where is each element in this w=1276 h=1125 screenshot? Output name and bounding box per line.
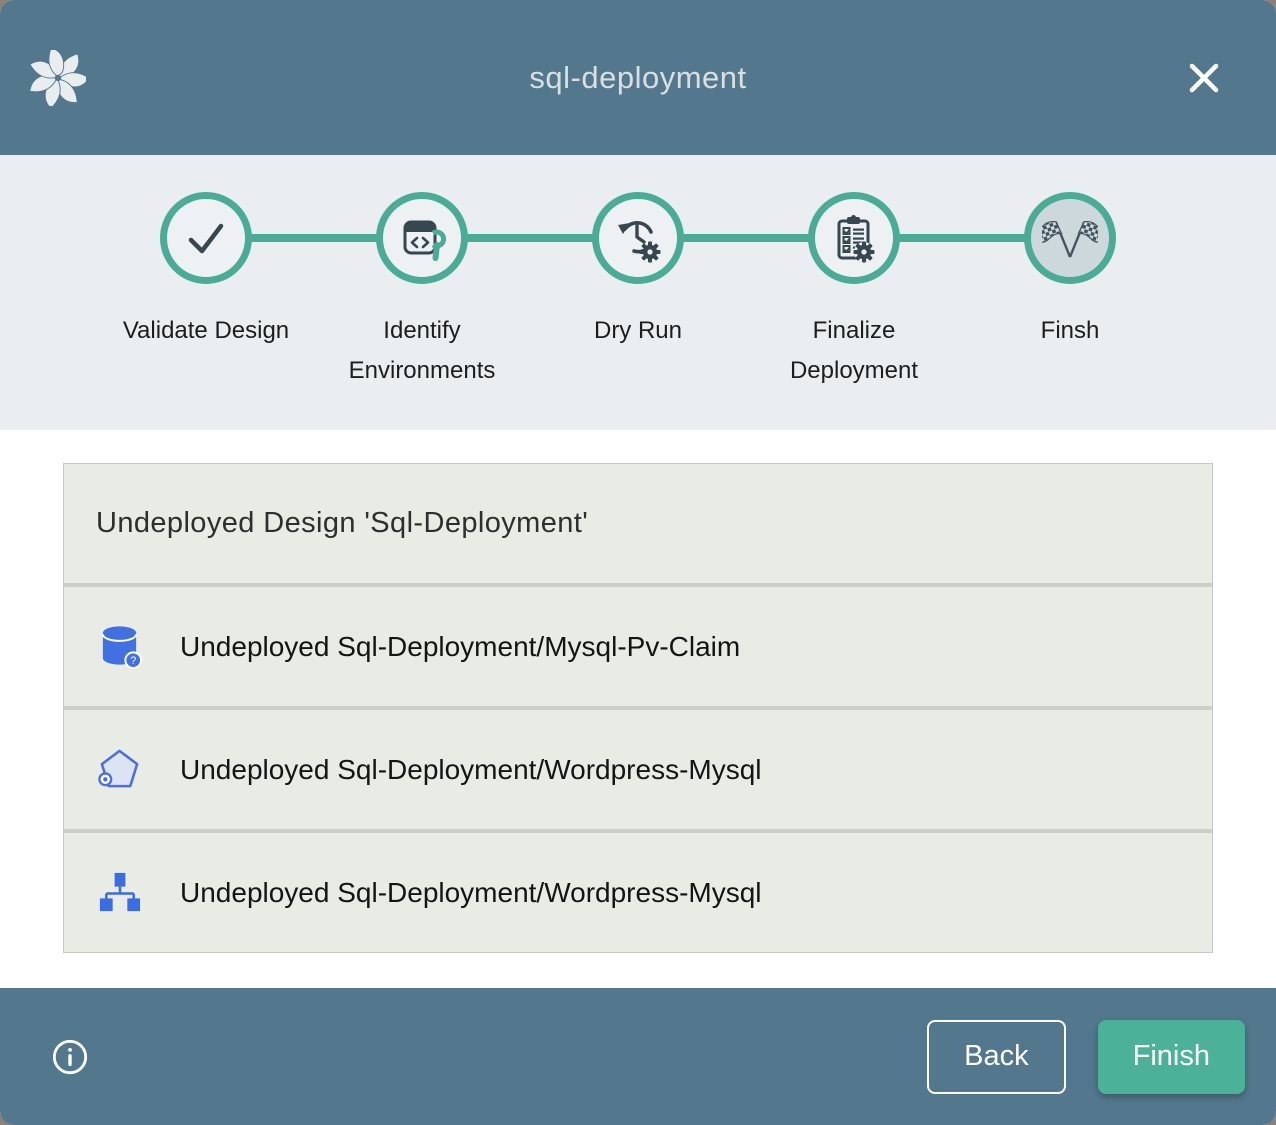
result-row-pod: Undeployed Sql-Deployment/Wordpress-Mysq… [64,710,1212,829]
result-text: Undeployed Sql-Deployment/Wordpress-Mysq… [180,877,762,909]
code-window-wrench-icon [397,213,447,263]
step-finish: Finsh [962,192,1178,391]
step-circle [592,192,684,284]
deployment-stepper: Validate Design Identify Environments [0,155,1276,430]
step-circle [1024,192,1116,284]
info-icon [51,1038,89,1076]
result-row-design: Undeployed Design 'Sql-Deployment' [64,464,1212,583]
back-button[interactable]: Back [927,1020,1065,1094]
deployment-icon [96,869,143,916]
close-icon [1186,60,1222,96]
results-panel: Undeployed Design 'Sql-Deployment' ? Und… [0,430,1276,988]
pod-icon [96,746,143,793]
result-text: Undeployed Sql-Deployment/Mysql-Pv-Claim [180,631,740,663]
step-dry-run: Dry Run [530,192,746,391]
finish-button[interactable]: Finish [1098,1020,1245,1094]
question-badge: ? [130,655,136,667]
meshery-logo-icon [30,50,86,106]
result-row-deployment: Undeployed Sql-Deployment/Wordpress-Mysq… [64,833,1212,952]
step-label: Dry Run [594,311,682,351]
info-button[interactable] [50,1037,90,1077]
step-identify-environments: Identify Environments [314,192,530,391]
step-circle [808,192,900,284]
step-label: Validate Design [123,311,289,351]
deployment-results-list: Undeployed Design 'Sql-Deployment' ? Und… [63,463,1213,953]
step-label: Identify Environments [334,311,510,391]
result-text: Undeployed Sql-Deployment/Wordpress-Mysq… [180,754,762,786]
clipboard-gear-icon [828,212,880,264]
modal-title: sql-deployment [529,60,746,96]
result-text: Undeployed Design 'Sql-Deployment' [96,507,588,540]
persistent-volume-claim-icon: ? [96,623,143,670]
step-label: Finsh [1041,311,1100,351]
modal-header: sql-deployment [0,0,1276,155]
step-circle [376,192,468,284]
close-button[interactable] [1184,58,1224,98]
result-row-pv-claim: ? Undeployed Sql-Deployment/Mysql-Pv-Cla… [64,587,1212,706]
race-flags-icon [1042,210,1098,266]
step-circle [160,192,252,284]
sync-gear-icon [612,212,664,264]
modal-footer: Back Finish [0,988,1276,1125]
step-label: Finalize Deployment [766,311,942,391]
deployment-wizard-modal: sql-deployment Validate Design [0,0,1276,1125]
check-icon [181,213,231,263]
step-validate-design: Validate Design [98,192,314,391]
step-finalize-deployment: Finalize Deployment [746,192,962,391]
